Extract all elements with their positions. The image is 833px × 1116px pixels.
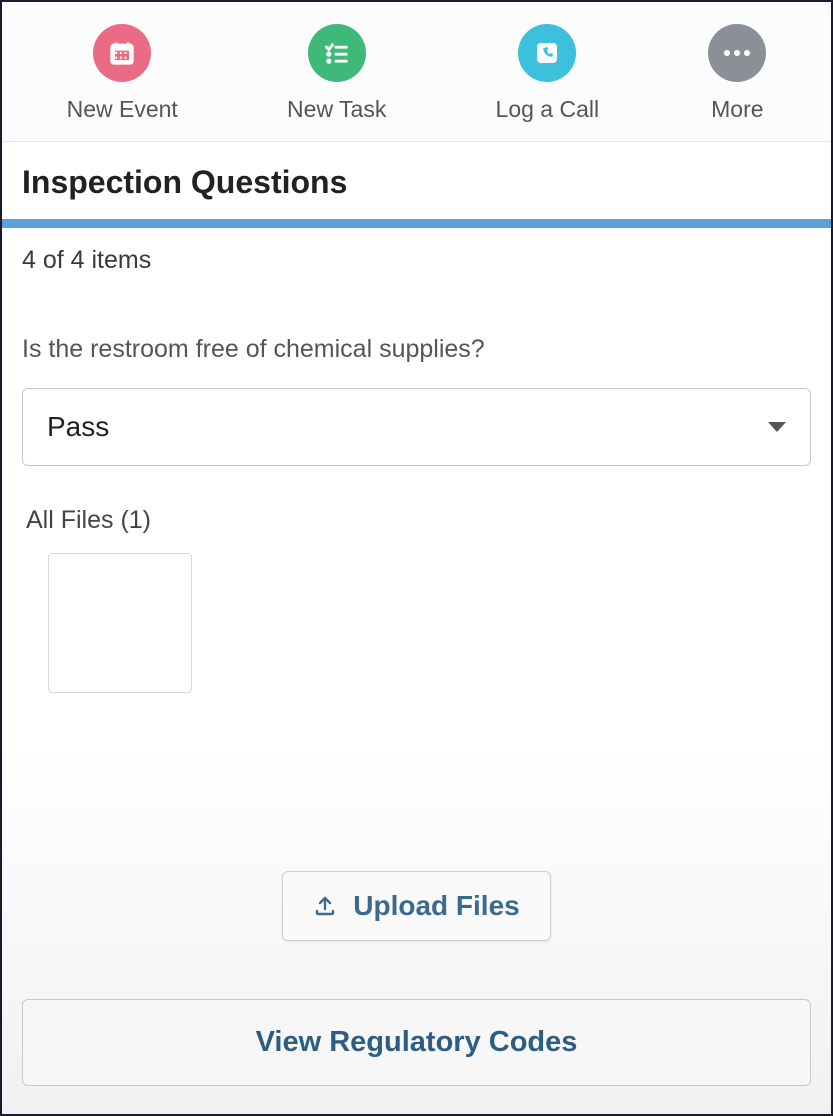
toolbar-label: Log a Call [496,96,600,123]
phone-icon [518,24,576,82]
progress-bar [2,219,831,228]
item-count: 4 of 4 items [22,246,811,275]
new-task-button[interactable]: New Task [287,24,386,123]
lower-actions: Upload Files View Regulatory Codes [2,744,831,1114]
inspection-section: Inspection Questions 4 of 4 items Is the… [2,142,831,693]
upload-files-button[interactable]: Upload Files [282,871,550,941]
calendar-icon [93,24,151,82]
question-label: Is the restroom free of chemical supplie… [22,335,811,364]
file-thumbnail[interactable] [48,553,192,693]
upload-icon [313,894,337,918]
answer-select[interactable]: Pass [22,388,811,466]
more-button[interactable]: More [708,24,766,123]
toolbar-label: New Task [287,96,386,123]
log-call-button[interactable]: Log a Call [496,24,600,123]
chevron-down-icon [768,422,786,432]
view-regulatory-codes-button[interactable]: View Regulatory Codes [22,999,811,1086]
new-event-button[interactable]: New Event [67,24,178,123]
upload-label: Upload Files [353,890,519,922]
toolbar-label: More [711,96,763,123]
more-icon [708,24,766,82]
regulatory-label: View Regulatory Codes [256,1026,578,1058]
toolbar-label: New Event [67,96,178,123]
files-label: All Files (1) [26,506,811,535]
checklist-icon [308,24,366,82]
section-title: Inspection Questions [22,164,811,201]
action-toolbar: New Event New Task Log a Call [2,2,831,142]
select-value: Pass [47,411,109,443]
